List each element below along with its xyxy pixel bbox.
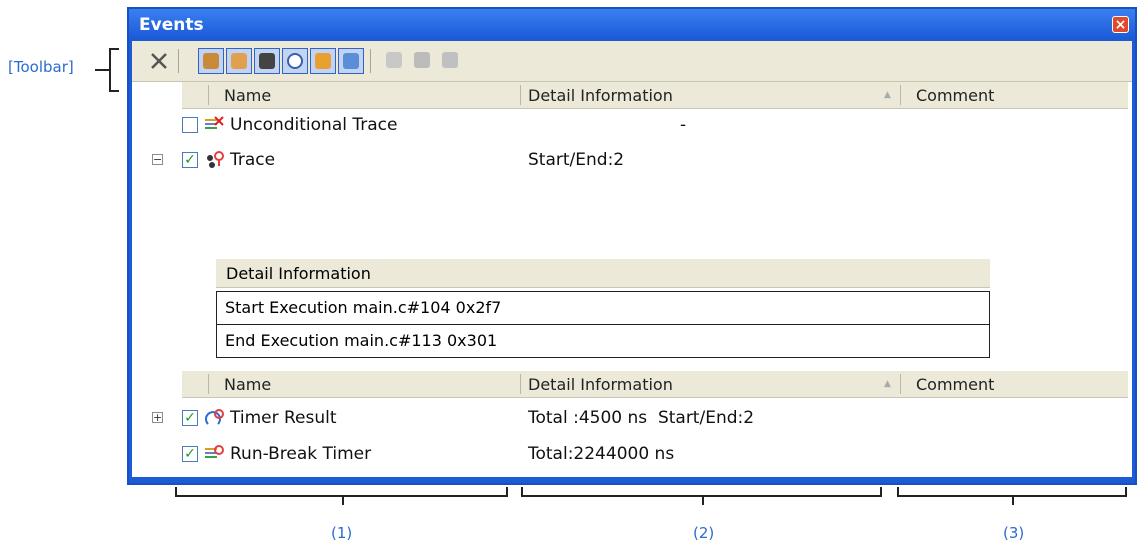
footprint-button[interactable] [254,48,280,74]
event-name: Trace [230,150,276,170]
hand-icon [231,53,247,69]
header-divider [520,85,521,105]
edit-button[interactable] [382,48,408,74]
timer-row[interactable] [132,374,1132,402]
hand-stop-button[interactable] [198,48,224,74]
collapse-toggle[interactable]: − [152,154,163,165]
footprint-icon [259,53,275,69]
event-name: Unconditional Trace [230,115,398,135]
window-button[interactable] [338,48,364,74]
col1-annotation: (1) [331,524,353,542]
header-divider [900,85,901,105]
header-divider [208,85,209,105]
subtable-header-label: Detail Information [226,264,371,283]
toolbar-separator [178,49,179,73]
bracket-tick [701,495,704,505]
copy-button[interactable] [410,48,436,74]
run-break-timer-icon [205,445,224,458]
event-row-unconditional-trace[interactable]: Unconditional Trace - [132,112,1132,140]
bracket-col3 [897,487,1127,505]
bracket-col1 [175,487,508,505]
bracket-tick [1012,495,1014,505]
expand-toggle[interactable]: + [152,412,163,423]
toolbar-annotation-bracket [109,48,119,92]
detail-row-text: Start Execution main.c#104 0x2f7 [225,298,502,317]
detail-subtable-row[interactable]: Start Execution main.c#104 0x2f7 [216,291,990,325]
timer-icon [287,53,303,69]
detail-row-text: End Execution main.c#113 0x301 [225,331,498,350]
bracket-tick [341,495,344,505]
event-row-run-break-timer[interactable]: ✓ Run-Break Timer Total:2244000 ns [132,441,1132,469]
delete-icon [151,53,167,69]
paste-button[interactable] [438,48,464,74]
col-detail-header[interactable]: Detail Information [528,86,673,105]
window-title: Events [139,15,204,35]
event-detail: Start/End:2 [528,150,625,170]
window-client: Name Detail Information ▲ Comment Uncond… [132,41,1132,477]
title-bar[interactable]: Events × [129,9,1135,39]
col-name-header[interactable]: Name [224,86,271,105]
timer-result-entry[interactable]: + ✓ Timer Result Total :4500 ns Start/En… [132,405,1132,433]
detail-subtable-header: Detail Information [216,259,990,288]
toolbar-annotation-line [95,69,109,71]
event-name: Run-Break Timer [230,444,372,464]
detail-subtable-row[interactable]: End Execution main.c#113 0x301 [216,324,990,358]
toolbar-separator [370,49,371,73]
delete-button[interactable] [146,48,172,74]
event-checkbox[interactable]: ✓ [182,410,198,426]
hand-button[interactable] [226,48,252,74]
bracket-col2 [521,487,882,505]
event-detail: Total :4500 ns Start/End:2 [528,408,755,428]
trace-event-icon [207,151,224,168]
col2-annotation: (2) [693,524,715,542]
event-checkbox[interactable] [182,117,198,133]
event-row-trace[interactable]: − ✓ Trace Start/End:2 [132,147,1132,175]
toolbar-annotation: [Toolbar] [8,58,74,76]
timer-result-icon [205,409,224,425]
event-checkbox[interactable]: ✓ [182,152,198,168]
events-window: Events × Name Detail Information ▲ Comme… [127,7,1137,485]
trace-button[interactable] [310,48,336,74]
trace-icon [315,53,331,69]
hand-stop-icon [203,53,219,69]
edit-icon [386,52,402,68]
copy-icon [414,52,430,68]
event-detail: - [680,115,687,135]
sort-icon: ▲ [884,90,891,100]
col-comment-header[interactable]: Comment [916,86,994,105]
timer-button[interactable] [282,48,308,74]
unconditional-trace-icon [205,116,224,129]
column-header: Name Detail Information ▲ Comment [182,82,1128,109]
toolbar [132,41,1132,82]
event-checkbox[interactable]: ✓ [182,446,198,462]
event-detail: Total:2244000 ns [528,444,675,464]
paste-icon [442,52,458,68]
event-name: Timer Result [230,408,337,428]
window-icon [343,53,359,69]
col3-annotation: (3) [1003,524,1025,542]
close-button[interactable]: × [1112,16,1129,33]
